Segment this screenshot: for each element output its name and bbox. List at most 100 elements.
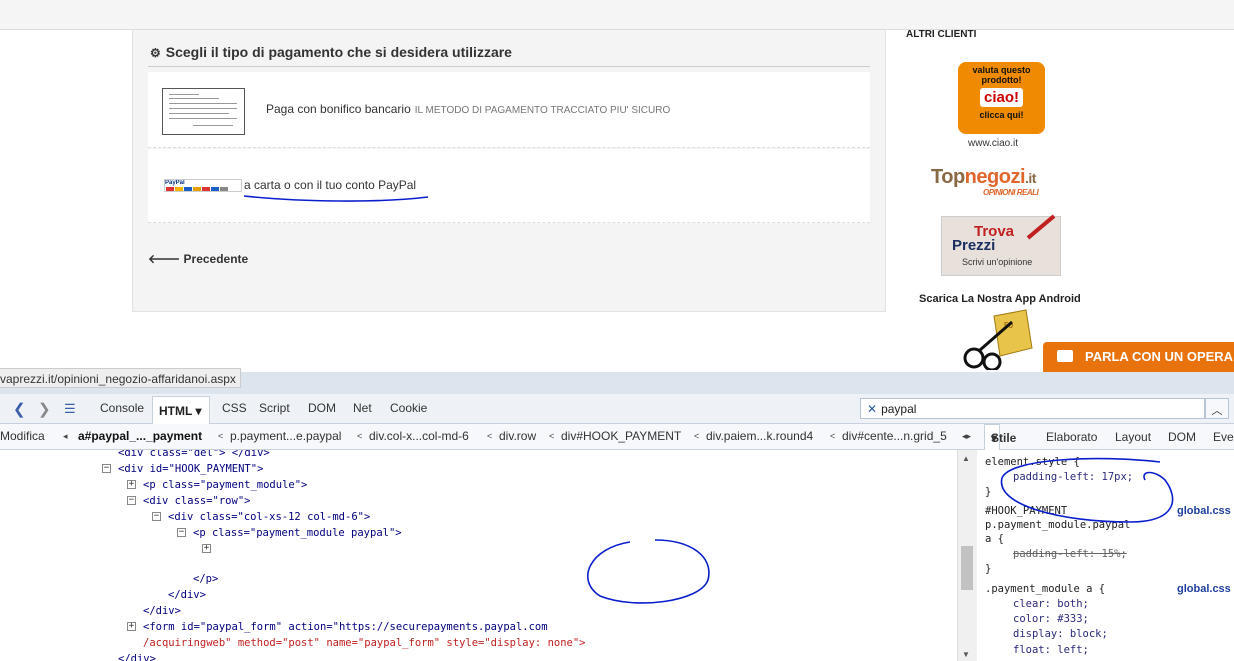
tree-line[interactable]: </p>	[193, 571, 218, 587]
paypal-logo-text: PayPal	[165, 180, 185, 186]
scroll-right-icon[interactable]: ◂▸	[962, 431, 971, 442]
paypal-option-label[interactable]: a carta o con il tuo conto PayPal	[244, 178, 416, 192]
tree-scrollbar[interactable]: ▲ ▼	[957, 450, 977, 661]
tree-line[interactable]: </div>	[143, 603, 181, 619]
app-illustration-icon: 50	[963, 309, 1033, 370]
ciao-badge[interactable]: valuta questo prodotto! ciao! clicca qui…	[958, 62, 1045, 134]
tab-side-dom[interactable]: DOM	[1168, 430, 1196, 444]
ciao-line1: valuta questo prodotto!	[972, 65, 1031, 85]
bank-transfer-image[interactable]	[162, 88, 245, 135]
chevron-down-icon: ▾	[195, 404, 202, 418]
tree-line[interactable]: <p class="payment_module paypal">	[193, 525, 402, 541]
trovaprezzi-b: Prezzi	[952, 237, 996, 254]
app-label: Scarica La Nostra App Android	[919, 293, 1081, 305]
tree-line[interactable]: <div id="HOOK_PAYMENT">	[118, 461, 263, 477]
tab-events[interactable]: Eve	[1213, 430, 1234, 444]
selected-line-1: <a id="paypal_process_payment" title="Pa…	[218, 543, 686, 555]
sidebar-heading: ALTRI CLIENTI	[906, 29, 977, 40]
tab-script[interactable]: Script	[259, 401, 290, 415]
collapse-icon[interactable]: −	[152, 512, 161, 521]
css-selector[interactable]: p.payment_module.paypal	[985, 517, 1130, 533]
crumb-paiem[interactable]: div.paiem...k.round4	[706, 429, 813, 443]
search-value: paypal	[881, 402, 917, 416]
topnegozi-c: .it	[1025, 170, 1036, 186]
tab-html[interactable]: HTML ▾	[152, 396, 211, 425]
selected-node[interactable]: <a id="paypal_process_payment" title="Pa…	[213, 541, 955, 573]
android-app-image[interactable]: 50	[960, 308, 1040, 370]
collapse-icon[interactable]: −	[102, 464, 111, 473]
tree-line[interactable]: <form id="paypal_form" action="https://s…	[143, 619, 548, 635]
crumb-p[interactable]: p.payment...e.paypal	[230, 429, 341, 443]
back-icon[interactable]: ❮	[13, 400, 26, 418]
scroll-left-icon[interactable]: ◂	[63, 431, 68, 442]
payment-option-paypal[interactable]: PayPal a carta o con il tuo conto PayPal	[148, 149, 870, 223]
edit-button[interactable]: Modifica	[0, 429, 45, 443]
css-declaration[interactable]: padding-left: 17px;	[1013, 469, 1133, 485]
chat-label: PARLA CON UN OPERA	[1085, 349, 1234, 364]
payment-option-bank[interactable]: Paga con bonifico bancario IL METODO DI P…	[148, 72, 870, 148]
collapse-icon[interactable]: −	[127, 496, 136, 505]
crumb-hook[interactable]: div#HOOK_PAYMENT	[561, 429, 681, 443]
trovaprezzi-badge[interactable]: Trova Prezzi Scrivi un'opinione	[941, 214, 1061, 276]
scroll-up-icon[interactable]: ▲	[962, 454, 970, 463]
css-source-link[interactable]: global.css	[1177, 505, 1231, 517]
tree-line[interactable]: </div>	[168, 587, 206, 603]
forward-icon[interactable]: ❯	[38, 400, 51, 418]
section-title: ⚙ Scegli il tipo di pagamento che si desi…	[150, 44, 512, 60]
chat-button[interactable]: PARLA CON UN OPERA	[1043, 342, 1234, 372]
divider	[148, 66, 870, 67]
tab-dom[interactable]: DOM	[308, 401, 336, 415]
tab-console[interactable]: Console	[100, 401, 144, 415]
tab-net[interactable]: Net	[353, 401, 372, 415]
tree-line[interactable]: <div class="row">	[143, 493, 250, 509]
side-panel-tabs: Stile ▾ Elaborato Layout DOM Eve	[980, 424, 1234, 451]
ciao-line3: clicca qui!	[979, 110, 1024, 120]
search-input[interactable]: ✕ paypal	[860, 398, 1205, 419]
crumb-center[interactable]: div#cente...n.grid_5	[842, 429, 947, 443]
crumb-sep-icon: <	[549, 431, 555, 441]
previous-label: Precedente	[183, 252, 249, 266]
paypal-logo[interactable]: PayPal	[164, 179, 242, 192]
css-declaration[interactable]: float: left;	[1013, 642, 1089, 658]
expand-icon[interactable]: +	[202, 544, 211, 553]
tab-stile[interactable]: Stile ▾	[984, 424, 1016, 451]
css-selector[interactable]: .payment_module a {	[985, 581, 1105, 597]
expand-icon[interactable]: +	[127, 480, 136, 489]
css-declaration[interactable]: display: block;	[1013, 626, 1108, 642]
clear-search-icon[interactable]: ✕	[867, 402, 877, 416]
tab-elaborato[interactable]: Elaborato	[1046, 430, 1097, 444]
crumb-row[interactable]: div.row	[499, 429, 536, 443]
css-selector[interactable]: a {	[985, 531, 1004, 547]
css-declaration[interactable]: clear: both;	[1013, 596, 1089, 612]
search-prev-button[interactable]: ︿	[1205, 398, 1229, 419]
tab-css[interactable]: CSS	[222, 401, 247, 415]
css-selector[interactable]: element.style {	[985, 454, 1080, 470]
css-overridden-declaration[interactable]: padding-left: 15%;	[1013, 546, 1127, 562]
crumb-col[interactable]: div.col-x...col-md-6	[369, 429, 469, 443]
tab-cookie[interactable]: Cookie	[390, 401, 427, 415]
topnegozi-logo[interactable]: Topnegozi.it OPINIONI REALI	[931, 166, 1039, 197]
ciao-url[interactable]: www.ciao.it	[968, 138, 1018, 149]
expand-icon[interactable]: +	[127, 622, 136, 631]
scrollbar-thumb[interactable]	[961, 546, 973, 590]
crumb-a[interactable]: a#paypal_..._payment	[78, 429, 202, 443]
tree-line[interactable]: </div>	[118, 651, 156, 661]
css-declaration[interactable]: color: #333;	[1013, 611, 1089, 627]
previous-button[interactable]: 🡐 Precedente	[148, 251, 248, 266]
tab-layout[interactable]: Layout	[1115, 430, 1151, 444]
tree-line[interactable]: /acquiringweb" method="post" name="paypa…	[143, 635, 586, 651]
css-source-link[interactable]: global.css	[1177, 583, 1231, 595]
crumb-sep-icon: <	[694, 431, 700, 441]
crumb-sep-icon: <	[830, 431, 836, 441]
css-brace: }	[985, 563, 992, 575]
tree-line[interactable]: <div class="col-xs-12 col-md-6">	[168, 509, 370, 525]
bank-option-label[interactable]: Paga con bonifico bancario IL METODO DI P…	[266, 102, 670, 116]
collapse-icon[interactable]: −	[177, 528, 186, 537]
scroll-down-icon[interactable]: ▼	[962, 650, 970, 659]
topnegozi-a: Top	[931, 166, 965, 188]
breadcrumb: Modifica ◂ a#paypal_..._payment < p.paym…	[0, 424, 980, 450]
inspect-tree-icon[interactable]: ☰	[64, 401, 76, 417]
tree-line[interactable]: <p class="payment_module">	[143, 477, 307, 493]
tree-line[interactable]: <div class="del"> </div>	[118, 450, 270, 461]
chevron-up-icon: ︿	[1211, 405, 1223, 417]
